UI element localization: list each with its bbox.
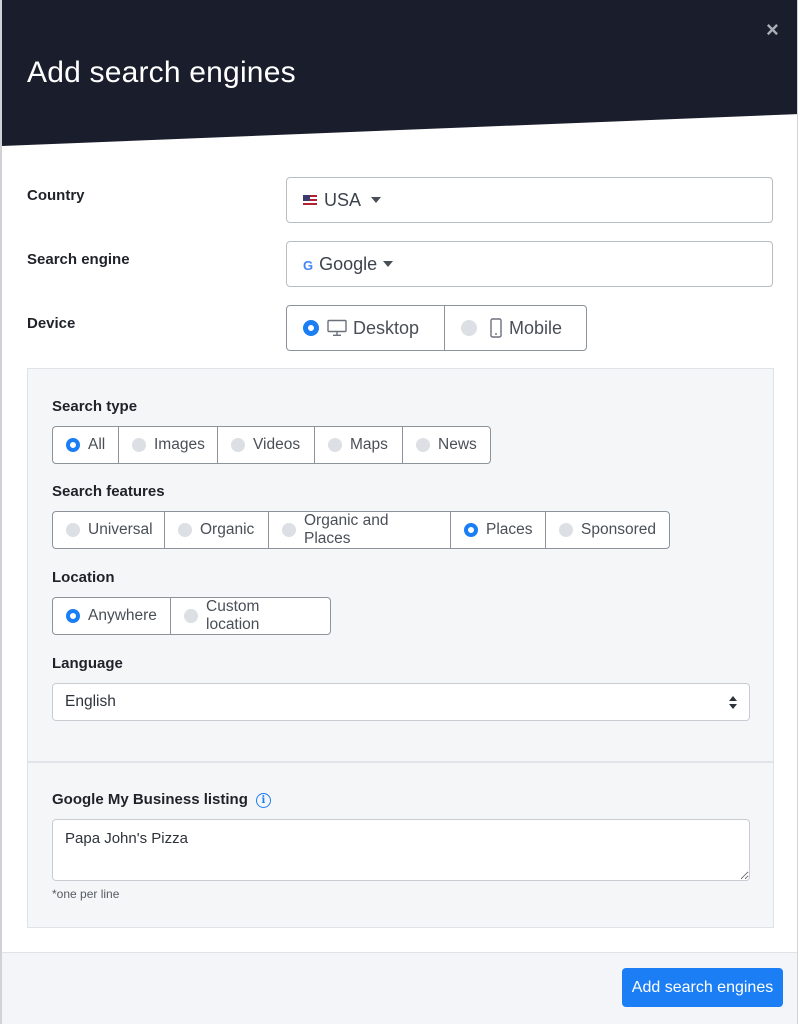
modal-title: Add search engines bbox=[27, 56, 296, 89]
radio-unselected bbox=[461, 320, 477, 336]
location-label: Location bbox=[52, 569, 115, 586]
option-label: Anywhere bbox=[88, 607, 157, 624]
language-label: Language bbox=[52, 655, 123, 672]
option-label: Maps bbox=[350, 436, 388, 453]
country-value: USA bbox=[324, 189, 362, 210]
device-toggle: Desktop Mobile bbox=[286, 305, 587, 351]
search-features-label: Search features bbox=[52, 483, 165, 500]
radio-unselected bbox=[178, 523, 192, 537]
device-option-mobile[interactable]: Mobile bbox=[444, 305, 587, 351]
chevron-down-icon bbox=[383, 261, 394, 267]
panel-divider bbox=[28, 761, 773, 763]
search-feature-universal[interactable]: Universal bbox=[52, 511, 165, 549]
search-type-toggle: All Images Videos Maps News bbox=[52, 426, 491, 464]
language-value: English bbox=[65, 693, 116, 710]
device-option-label: Desktop bbox=[353, 317, 420, 338]
search-type-videos[interactable]: Videos bbox=[217, 426, 315, 464]
option-label: Organic and Places bbox=[304, 512, 389, 547]
radio-selected bbox=[66, 438, 80, 452]
desktop-icon bbox=[327, 319, 347, 337]
mobile-icon bbox=[489, 318, 503, 338]
chevron-down-icon bbox=[371, 197, 382, 203]
add-search-engines-button[interactable]: Add search engines bbox=[622, 968, 783, 1007]
option-label: Custom location bbox=[206, 598, 260, 633]
radio-selected bbox=[66, 609, 80, 623]
radio-unselected bbox=[559, 523, 573, 537]
gmb-label-text: Google My Business listing bbox=[52, 791, 248, 808]
option-label: Universal bbox=[88, 521, 153, 538]
close-icon[interactable]: × bbox=[766, 18, 779, 42]
gmb-hint: *one per line bbox=[52, 887, 120, 901]
gmb-label: Google My Business listing i bbox=[52, 791, 271, 808]
option-label: Images bbox=[154, 436, 205, 453]
search-type-images[interactable]: Images bbox=[118, 426, 218, 464]
option-label: Organic bbox=[200, 521, 255, 538]
radio-unselected bbox=[66, 523, 80, 537]
country-label: Country bbox=[27, 187, 85, 204]
device-option-desktop[interactable]: Desktop bbox=[286, 305, 445, 351]
option-label: Sponsored bbox=[581, 521, 656, 538]
location-anywhere[interactable]: Anywhere bbox=[52, 597, 171, 635]
search-type-label: Search type bbox=[52, 398, 138, 415]
search-engine-value: Google bbox=[319, 253, 378, 274]
radio-unselected bbox=[231, 438, 245, 452]
device-option-label: Mobile bbox=[509, 317, 563, 338]
search-engine-label: Search engine bbox=[27, 251, 130, 268]
search-engine-select[interactable]: G Google bbox=[286, 241, 773, 287]
sort-arrows-icon bbox=[729, 696, 737, 710]
radio-unselected bbox=[132, 438, 146, 452]
search-feature-places[interactable]: Places bbox=[450, 511, 546, 549]
us-flag-icon bbox=[303, 195, 317, 205]
search-type-all[interactable]: All bbox=[52, 426, 119, 464]
country-select[interactable]: USA bbox=[286, 177, 773, 223]
search-type-news[interactable]: News bbox=[402, 426, 491, 464]
radio-unselected bbox=[328, 438, 342, 452]
search-options-panel: Search type All Images Videos Maps News … bbox=[27, 368, 774, 928]
info-icon[interactable]: i bbox=[255, 792, 271, 808]
radio-unselected bbox=[282, 523, 296, 537]
add-search-engines-modal: Add search engines × Country USA Search … bbox=[0, 0, 798, 1024]
radio-unselected bbox=[416, 438, 430, 452]
search-feature-organic[interactable]: Organic bbox=[164, 511, 269, 549]
option-label: Videos bbox=[253, 436, 301, 453]
option-label: News bbox=[438, 436, 477, 453]
modal-header: Add search engines bbox=[2, 0, 797, 146]
search-feature-sponsored[interactable]: Sponsored bbox=[545, 511, 670, 549]
location-custom[interactable]: Custom location bbox=[170, 597, 331, 635]
radio-unselected bbox=[184, 609, 198, 623]
device-label: Device bbox=[27, 315, 76, 332]
language-select[interactable]: English bbox=[52, 683, 750, 721]
search-type-maps[interactable]: Maps bbox=[314, 426, 403, 464]
location-toggle: Anywhere Custom location bbox=[52, 597, 331, 635]
radio-selected bbox=[303, 320, 319, 336]
search-features-toggle: Universal Organic Organic and Places Pla… bbox=[52, 511, 670, 549]
option-label: Places bbox=[486, 521, 533, 538]
option-label: All bbox=[88, 436, 106, 453]
search-feature-organic-and-places[interactable]: Organic and Places bbox=[268, 511, 451, 549]
google-icon: G bbox=[303, 257, 314, 273]
radio-selected bbox=[464, 523, 478, 537]
gmb-listing-textarea[interactable]: Papa John's Pizza bbox=[52, 819, 750, 881]
